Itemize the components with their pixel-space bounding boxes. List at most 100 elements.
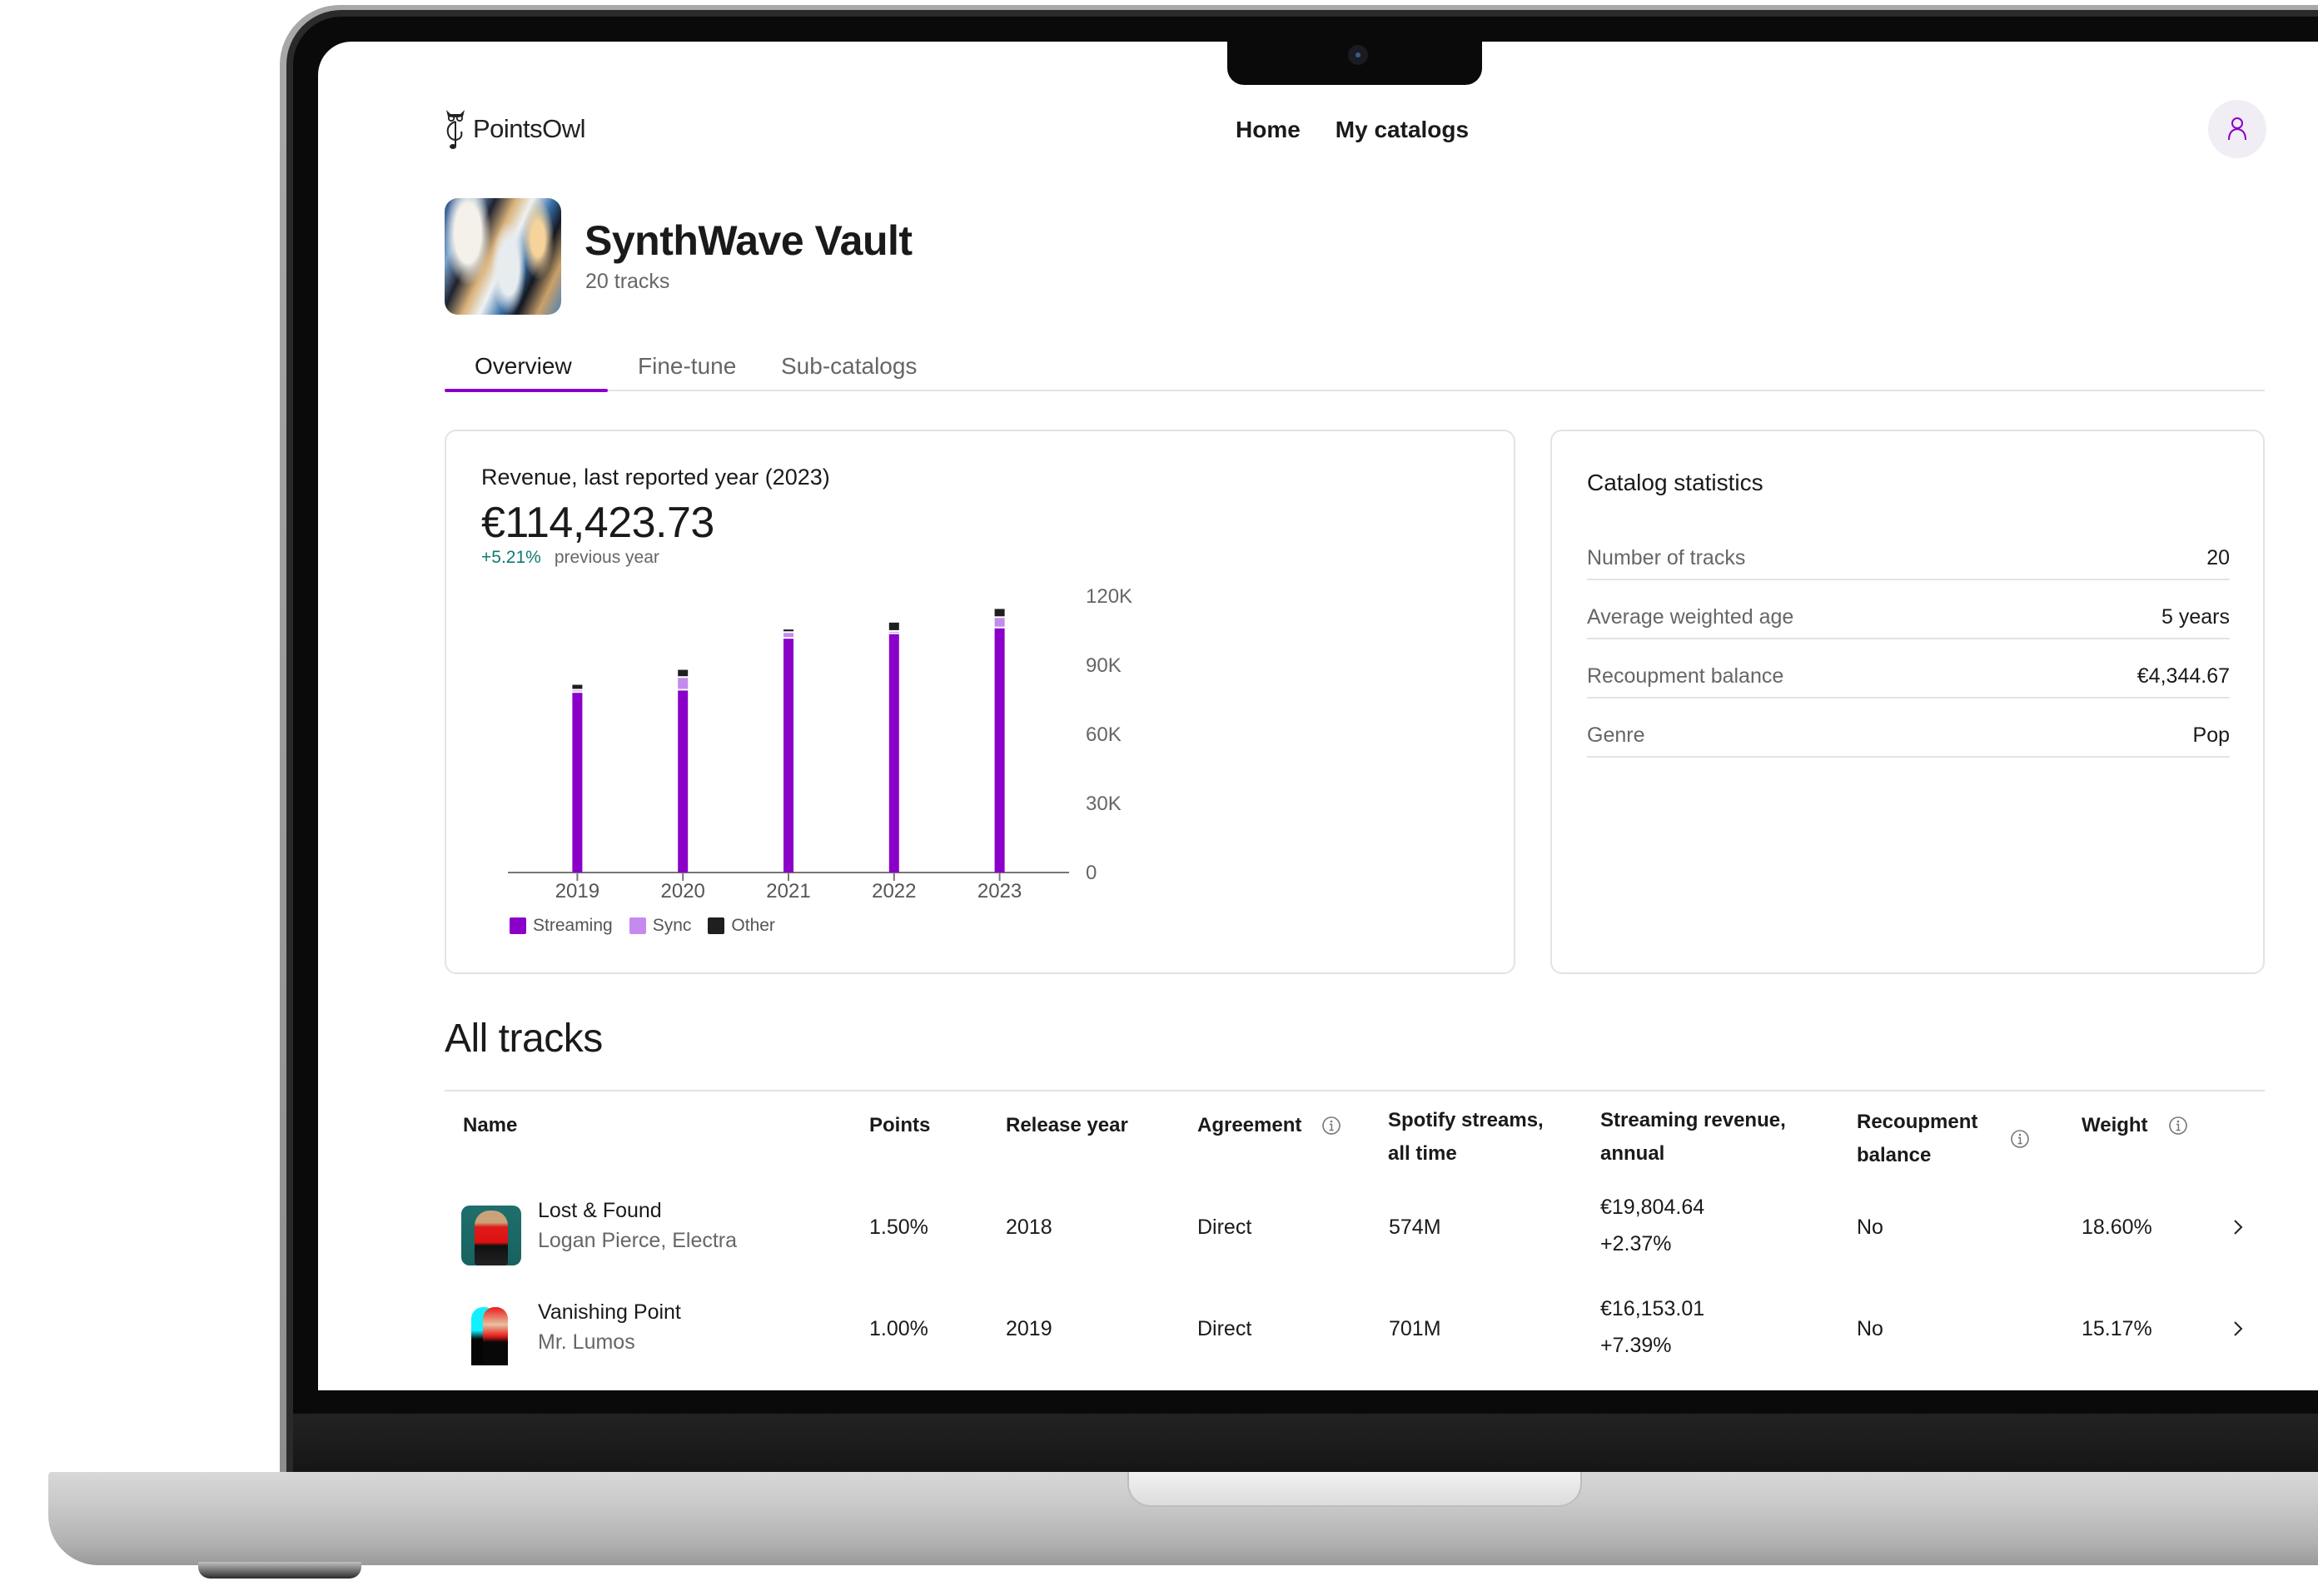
track-revenue: €16,153.01 xyxy=(1600,1297,1705,1320)
bar-other-2020 xyxy=(678,669,689,677)
chart-legend: Streaming Sync Other xyxy=(510,916,775,936)
track-streams: 574M xyxy=(1389,1216,1441,1239)
bar-sync-2022 xyxy=(888,631,899,633)
column-header-spotify-streams[interactable]: Spotify streams, all time xyxy=(1388,1104,1571,1171)
column-header-label: Release year xyxy=(1006,1114,1128,1136)
info-icon[interactable] xyxy=(2010,1129,2030,1149)
x-tick-label-2020: 2020 xyxy=(661,880,705,897)
owl-logo-icon xyxy=(446,110,465,149)
stat-label: Genre xyxy=(1587,723,1645,747)
laptop-notch xyxy=(1227,33,1482,85)
nav-my-catalogs[interactable]: My catalogs xyxy=(1336,117,1469,143)
user-icon xyxy=(2228,117,2246,141)
legend-swatch-other xyxy=(708,917,725,934)
legend-item-other[interactable]: Other xyxy=(708,916,775,936)
tracks-divider xyxy=(445,1090,2265,1091)
y-tick-label-30K: 30K xyxy=(1086,793,1122,815)
brand-logo[interactable]: PointsOwl xyxy=(443,107,586,152)
column-header-agreement[interactable]: Agreement xyxy=(1197,1109,1341,1142)
app-screen: PointsOwl Home My catalogs SynthWave Vau… xyxy=(318,42,2318,1390)
track-row[interactable]: Vanishing Point Mr. Lumos 1.00% 2019 Dir… xyxy=(445,1292,2265,1384)
stat-row-number-of-tracks: Number of tracks 20 xyxy=(1587,521,2230,580)
column-header-release-year[interactable]: Release year xyxy=(1006,1109,1128,1142)
bar-streaming-2019 xyxy=(572,693,583,873)
stat-row-average-weighted-age: Average weighted age 5 years xyxy=(1587,580,2230,639)
bar-other-2023 xyxy=(994,609,1005,617)
column-header-streaming-revenue[interactable]: Streaming revenue, annual xyxy=(1600,1104,1808,1171)
y-tick-label-60K: 60K xyxy=(1086,723,1122,746)
stats-list: Number of tracks 20 Average weighted age… xyxy=(1587,521,2230,758)
track-release-year: 2019 xyxy=(1006,1317,1052,1340)
nav-home[interactable]: Home xyxy=(1236,117,1301,143)
stat-row-genre: Genre Pop xyxy=(1587,699,2230,758)
revenue-card: Revenue, last reported year (2023) €114,… xyxy=(445,430,1515,974)
x-tick-label-2023: 2023 xyxy=(977,880,1022,897)
column-header-label: Weight xyxy=(2082,1114,2148,1136)
legend-label-streaming: Streaming xyxy=(533,916,613,935)
track-revenue-change: +7.39% xyxy=(1600,1334,1672,1357)
x-tick-label-2019: 2019 xyxy=(555,880,599,897)
column-header-weight[interactable]: Weight xyxy=(2082,1109,2188,1142)
tab-fine-tune[interactable]: Fine-tune xyxy=(638,353,736,380)
column-header-points[interactable]: Points xyxy=(869,1109,930,1142)
bar-streaming-2021 xyxy=(783,639,793,873)
catalog-tabs: Overview Fine-tune Sub-catalogs xyxy=(445,341,2265,392)
column-header-label: Name xyxy=(463,1114,518,1136)
main-nav: Home My catalogs xyxy=(1236,117,1469,143)
y-tick-label-0: 0 xyxy=(1086,862,1097,884)
column-header-label: Recoupment balance xyxy=(1857,1111,1978,1166)
brand-name: PointsOwl xyxy=(473,114,586,143)
track-agreement: Direct xyxy=(1197,1216,1252,1239)
legend-swatch-sync xyxy=(629,917,646,934)
track-name: Vanishing Point xyxy=(538,1300,681,1324)
track-row[interactable]: Lost & Found Logan Pierce, Electra 1.50%… xyxy=(445,1191,2265,1282)
bar-sync-2019 xyxy=(572,690,583,692)
bar-other-2022 xyxy=(888,622,899,630)
chevron-right-icon[interactable] xyxy=(2231,1217,2245,1241)
column-header-name[interactable]: Name xyxy=(463,1109,517,1142)
track-weight: 15.17% xyxy=(2082,1317,2152,1340)
bar-sync-2021 xyxy=(783,633,793,638)
stat-value: €4,344.67 xyxy=(2136,664,2230,688)
x-tick-label-2022: 2022 xyxy=(872,880,916,897)
stat-value: 5 years xyxy=(2161,605,2230,629)
track-points: 1.50% xyxy=(869,1216,928,1239)
revenue-label: Revenue, last reported year (2023) xyxy=(481,465,830,490)
chevron-right-icon[interactable] xyxy=(2231,1319,2245,1343)
info-icon[interactable] xyxy=(1321,1116,1341,1136)
column-header-label: Points xyxy=(869,1114,931,1136)
column-header-recoupment-balance[interactable]: Recoupment balance xyxy=(1857,1106,2030,1172)
track-artwork xyxy=(461,1206,521,1265)
track-revenue: €19,804.64 xyxy=(1600,1196,1705,1219)
bar-streaming-2020 xyxy=(678,690,689,873)
track-artwork xyxy=(461,1305,521,1365)
x-tick-label-2021: 2021 xyxy=(766,880,810,897)
stat-row-recoupment-balance: Recoupment balance €4,344.67 xyxy=(1587,639,2230,699)
stat-value: 20 xyxy=(2206,546,2230,569)
track-weight: 18.60% xyxy=(2082,1216,2152,1239)
bar-sync-2023 xyxy=(994,618,1005,627)
camera-icon xyxy=(1348,45,1368,65)
legend-item-streaming[interactable]: Streaming xyxy=(510,916,613,936)
info-icon[interactable] xyxy=(2168,1116,2188,1136)
revenue-value: €114,423.73 xyxy=(481,499,714,547)
catalog-cover-image xyxy=(445,198,561,315)
track-artist: Mr. Lumos xyxy=(538,1330,635,1354)
legend-swatch-streaming xyxy=(510,917,526,934)
stat-label: Recoupment balance xyxy=(1587,664,1784,688)
user-menu-button[interactable] xyxy=(2208,100,2266,158)
track-recoupment: No xyxy=(1857,1216,1883,1239)
laptop-foot xyxy=(198,1562,361,1579)
stat-value: Pop xyxy=(2192,723,2230,747)
bar-other-2019 xyxy=(572,684,583,689)
bar-streaming-2023 xyxy=(994,628,1005,873)
active-tab-indicator xyxy=(445,389,608,392)
legend-item-sync[interactable]: Sync xyxy=(629,916,692,936)
legend-label-sync: Sync xyxy=(652,916,692,935)
tab-sub-catalogs[interactable]: Sub-catalogs xyxy=(781,353,917,380)
column-header-label: Agreement xyxy=(1197,1114,1302,1136)
y-tick-label-120K: 120K xyxy=(1086,585,1132,608)
bar-sync-2020 xyxy=(678,678,689,689)
tab-overview[interactable]: Overview xyxy=(475,353,572,380)
stat-label: Average weighted age xyxy=(1587,605,1794,629)
